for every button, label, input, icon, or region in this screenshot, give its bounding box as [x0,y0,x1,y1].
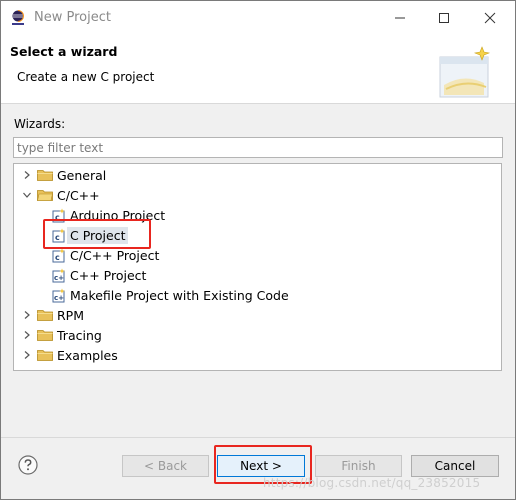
tree-item-label: C/C++ Project [70,247,160,263]
tree-item-c-cpp[interactable]: C/C++ [22,185,100,205]
folder-open-icon [37,190,53,201]
svg-text:c+: c+ [54,274,64,282]
tree-item-label: General [57,167,107,183]
svg-text:c: c [55,253,60,262]
filter-input[interactable] [13,137,503,158]
svg-text:c+: c+ [54,294,64,302]
c-project-icon: c [52,248,65,262]
tree-item-label: Makefile Project with Existing Code [70,287,289,303]
tree-item-label: Tracing [57,327,102,343]
wizards-label: Wizards: [14,117,66,131]
makefile-project-icon: c+ [52,288,65,302]
close-button[interactable] [467,1,513,35]
close-icon [484,12,496,24]
tree-item-label: Examples [57,347,118,363]
header-description: Create a new C project [17,70,155,84]
eclipse-app-icon [12,10,24,25]
maximize-icon [439,13,449,23]
chevron-right-icon[interactable] [22,350,32,360]
chevron-right-icon[interactable] [22,170,32,180]
finish-button[interactable]: Finish [315,455,402,477]
cancel-button[interactable]: Cancel [411,455,499,477]
wizard-banner-icon [439,46,491,98]
new-project-dialog: New Project Select a wizard Create a new… [0,0,516,500]
tree-item-general[interactable]: General [22,165,106,185]
help-icon[interactable] [18,455,38,475]
chevron-right-icon[interactable] [22,330,32,340]
back-button[interactable]: < Back [122,455,209,477]
watermark-text: https://blog.csdn.net/qq_23852015 [263,476,481,490]
folder-icon [37,330,53,341]
tree-item-examples[interactable]: Examples [22,345,118,365]
button-bar-separator [1,437,515,438]
folder-icon [37,170,53,181]
minimize-icon [395,17,405,19]
wizard-tree[interactable]: General C/C++ c Arduino Project c C Proj… [13,163,502,371]
tree-item-tracing[interactable]: Tracing [22,325,102,345]
tree-item-label: C++ Project [70,267,147,283]
minimize-button[interactable] [377,1,423,35]
chevron-right-icon[interactable] [22,310,32,320]
wizard-header: Select a wizard Create a new C project [1,35,515,104]
c-project-highlight-annotation [43,219,151,249]
tree-item-cpp-project[interactable]: c+ C++ Project [52,265,146,285]
folder-icon [37,310,53,321]
cpp-project-icon: c+ [52,268,65,282]
chevron-down-icon[interactable] [22,190,32,200]
tree-item-label: RPM [57,307,85,323]
tree-item-rpm[interactable]: RPM [22,305,84,325]
folder-icon [37,350,53,361]
maximize-button[interactable] [421,1,467,35]
tree-item-label: C/C++ [57,187,100,203]
header-title: Select a wizard [10,44,118,59]
title-bar[interactable]: New Project [1,1,515,35]
window-title: New Project [34,10,111,25]
tree-item-makefile-project[interactable]: c+ Makefile Project with Existing Code [52,285,289,305]
